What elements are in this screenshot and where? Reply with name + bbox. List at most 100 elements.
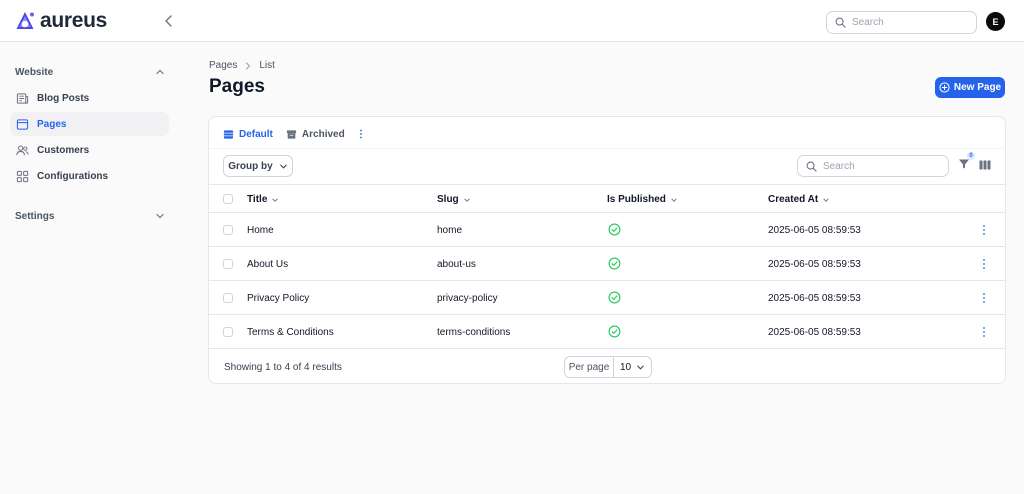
chevron-down-icon: [823, 197, 829, 202]
tab-archived[interactable]: Archived: [286, 129, 345, 140]
cell-created-at: 2025-06-05 08:59:53: [768, 225, 861, 236]
check-circle-icon: [608, 257, 621, 270]
sidebar-item-pages[interactable]: Pages: [10, 112, 169, 136]
chevron-up-icon: [156, 69, 164, 75]
cell-created-at: 2025-06-05 08:59:53: [768, 259, 861, 270]
cell-title: About Us: [247, 259, 289, 270]
chevron-down-icon: [156, 213, 164, 219]
cell-created-at: 2025-06-05 08:59:53: [768, 327, 861, 338]
cell-title: Privacy Policy: [247, 293, 310, 304]
grid-icon: [16, 170, 29, 182]
nav-group-label: Settings: [15, 210, 55, 222]
check-circle-icon: [608, 291, 621, 304]
chevron-right-icon: [246, 61, 251, 70]
aureus-logo-icon: [16, 12, 34, 29]
breadcrumb-item-pages[interactable]: Pages: [209, 60, 237, 71]
columns-icon[interactable]: [979, 159, 991, 171]
group-by-button[interactable]: Group by: [223, 155, 293, 177]
per-page-select[interactable]: 10: [614, 357, 651, 377]
column-header-is-published[interactable]: Is Published: [607, 194, 678, 205]
users-icon: [16, 145, 29, 155]
sidebar-item-label: Configurations: [37, 170, 109, 182]
table-search[interactable]: [797, 155, 949, 177]
sidebar: Website Blog Posts Pages Customers Confi…: [0, 42, 190, 494]
table-header: Title Slug Is Published Created At: [209, 184, 1005, 213]
sidebar-item-blog-posts[interactable]: Blog Posts: [10, 86, 169, 110]
chevron-down-icon: [463, 197, 470, 202]
cell-title: Terms & Conditions: [247, 327, 334, 338]
row-actions-more-icon[interactable]: [982, 326, 986, 338]
row-actions-more-icon[interactable]: [982, 258, 986, 270]
column-header-label: Slug: [437, 194, 459, 205]
breadcrumb-item-list: List: [259, 60, 275, 71]
per-page-value: 10: [619, 361, 632, 373]
chevron-down-icon: [279, 164, 287, 169]
table-row[interactable]: Privacy Policy privacy-policy 2025-06-05…: [209, 281, 1005, 315]
newspaper-icon: [16, 92, 29, 104]
cell-slug: terms-conditions: [437, 327, 511, 338]
row-checkbox[interactable]: [223, 293, 233, 303]
cell-created-at: 2025-06-05 08:59:53: [768, 293, 861, 304]
table-toolbar: Group by 0: [209, 148, 1005, 184]
global-search-input[interactable]: [852, 17, 962, 28]
more-vertical-icon[interactable]: [358, 128, 364, 140]
cell-slug: privacy-policy: [437, 293, 498, 304]
column-header-created-at[interactable]: Created At: [768, 194, 830, 205]
group-by-label: Group by: [228, 160, 273, 172]
row-checkbox[interactable]: [223, 225, 233, 235]
sidebar-item-configurations[interactable]: Configurations: [10, 164, 169, 188]
check-circle-icon: [608, 325, 621, 338]
sidebar-item-customers[interactable]: Customers: [10, 138, 169, 162]
archive-box-icon: [286, 129, 296, 139]
table-row[interactable]: Home home 2025-06-05 08:59:53: [209, 213, 1005, 247]
row-checkbox[interactable]: [223, 259, 233, 269]
pages-table-card: Default Archived Group by Search 0 Title…: [208, 116, 1006, 384]
chevron-down-icon: [671, 197, 677, 202]
table-search-input[interactable]: [823, 160, 933, 172]
plus-circle-icon: [939, 82, 950, 93]
row-checkbox[interactable]: [223, 327, 233, 337]
cell-slug: about-us: [437, 259, 476, 270]
pagination-summary: Showing 1 to 4 of 4 results: [224, 362, 342, 373]
new-page-button[interactable]: New Page: [935, 77, 1005, 98]
app-name: aureus: [40, 9, 108, 32]
browser-window-icon: [16, 118, 29, 130]
per-page-control: Per page 10: [564, 356, 652, 378]
nav-group-settings[interactable]: Settings: [15, 208, 165, 224]
search-icon: [806, 161, 817, 172]
column-header-title[interactable]: Title: [247, 194, 279, 205]
global-search[interactable]: [826, 11, 977, 34]
chevron-down-icon: [637, 365, 644, 370]
search-icon: [835, 17, 846, 28]
cell-title: Home: [247, 225, 274, 236]
sidebar-item-label: Pages: [37, 118, 67, 130]
collapse-sidebar-chevron-left-icon[interactable]: [161, 13, 177, 29]
select-all-checkbox[interactable]: [223, 194, 233, 204]
column-header-label: Title: [247, 194, 268, 205]
table-icon: [223, 129, 234, 139]
sidebar-item-label: Customers: [37, 144, 90, 156]
tab-label: Default: [239, 128, 273, 140]
table-row[interactable]: Terms & Conditions terms-conditions 2025…: [209, 315, 1005, 349]
top-bar: aureus E: [0, 0, 1024, 42]
column-header-slug[interactable]: Slug: [437, 194, 471, 205]
sidebar-item-label: Blog Posts: [37, 92, 90, 104]
row-actions-more-icon[interactable]: [982, 224, 986, 236]
user-avatar[interactable]: E: [986, 12, 1005, 31]
per-page-label: Per page: [565, 357, 614, 377]
table-row[interactable]: About Us about-us 2025-06-05 08:59:53: [209, 247, 1005, 281]
column-header-label: Is Published: [607, 194, 666, 205]
view-tabs: Default Archived: [223, 126, 364, 142]
tab-default[interactable]: Default: [223, 129, 273, 140]
check-circle-icon: [608, 223, 621, 236]
column-header-label: Created At: [768, 194, 819, 205]
row-actions-more-icon[interactable]: [982, 292, 986, 304]
breadcrumb: Pages List: [209, 60, 275, 71]
filter-button[interactable]: 0: [958, 152, 975, 172]
nav-group-label: Website: [15, 66, 54, 78]
filter-count-badge: 0: [967, 152, 975, 160]
app-logo[interactable]: aureus: [14, 9, 107, 33]
tab-label: Archived: [301, 128, 345, 140]
nav-group-website[interactable]: Website: [15, 64, 165, 80]
new-page-button-label: New Page: [953, 82, 1002, 93]
